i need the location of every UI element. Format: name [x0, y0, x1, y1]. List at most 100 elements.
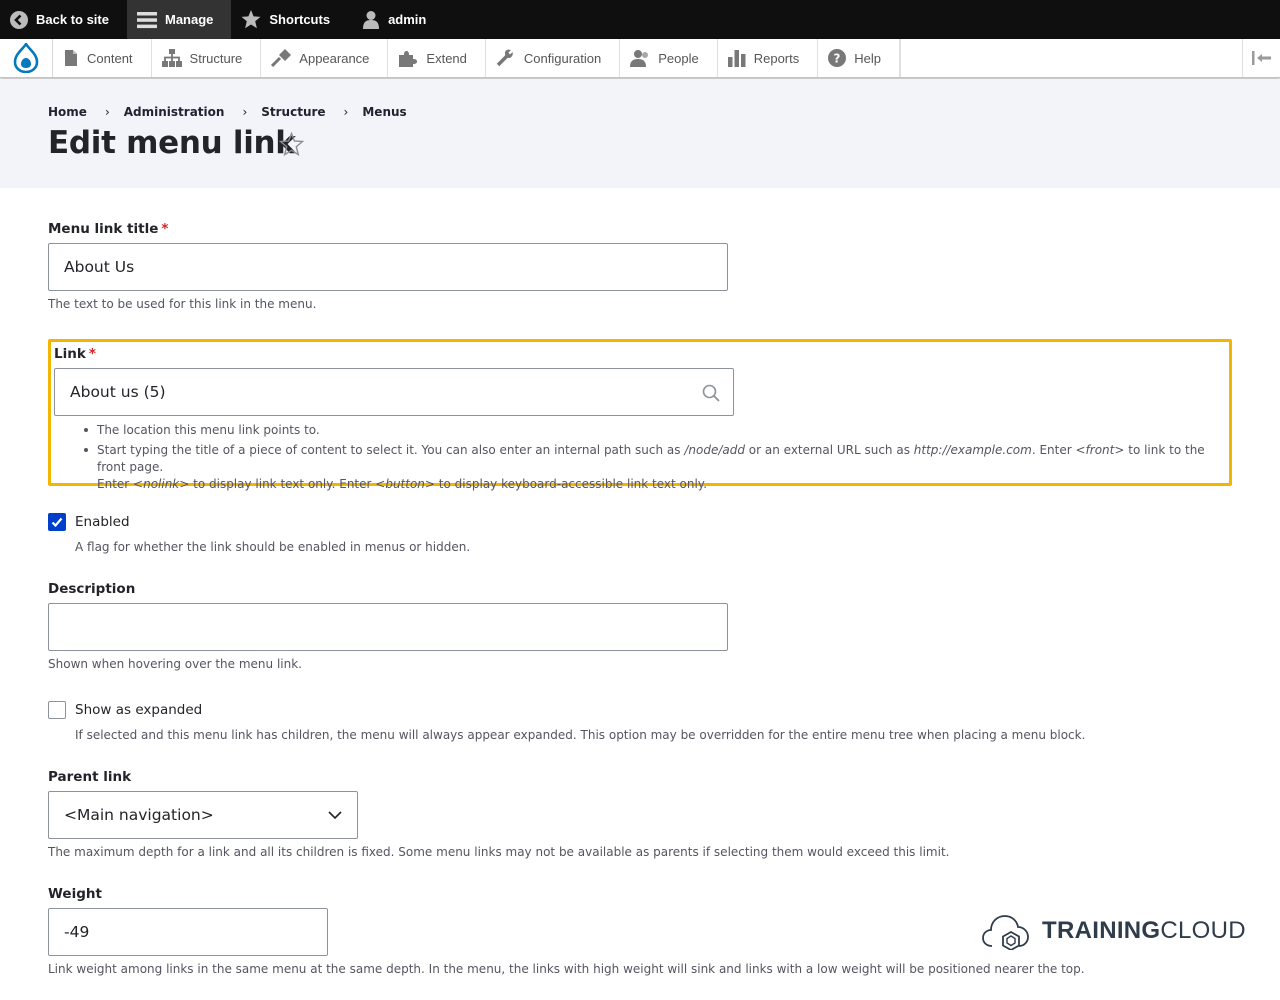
back-to-site-label: Back to site — [36, 12, 109, 27]
sitemap-icon — [161, 49, 182, 67]
tray-item-label: Help — [854, 50, 881, 66]
tray-item-help[interactable]: ? Help — [818, 39, 900, 77]
help-text: to display link text only. Enter — [189, 477, 376, 491]
tray-item-label: Configuration — [523, 50, 602, 66]
help-text: or an external URL such as — [744, 443, 914, 457]
drupal-logo[interactable] — [0, 39, 53, 77]
tray-item-appearance[interactable]: Appearance — [261, 39, 389, 77]
brand-bold: TRAINING — [1042, 917, 1161, 944]
tray-item-reports[interactable]: Reports — [718, 39, 819, 77]
shortcuts-tab[interactable]: Shortcuts — [231, 0, 348, 39]
star-icon — [241, 10, 261, 29]
input-value: About Us — [64, 258, 135, 276]
breadcrumb-administration[interactable]: Administration — [124, 105, 225, 119]
tray-spacer — [900, 39, 1242, 77]
weight-label: Weight — [48, 886, 102, 902]
description-label: Description — [48, 581, 136, 597]
svg-text:?: ? — [834, 52, 841, 66]
puzzle-icon — [399, 51, 418, 67]
weight-description: Link weight among links in the same menu… — [48, 962, 1085, 976]
admin-toolbar: Back to site Manage Shortcuts admin — [0, 0, 1280, 39]
cloud-icon — [982, 915, 1029, 950]
tray-item-people[interactable]: People — [620, 39, 718, 77]
label-text: Link — [54, 346, 86, 362]
chevron-down-icon — [328, 811, 342, 820]
enabled-checkbox[interactable] — [48, 513, 66, 531]
breadcrumb-separator: › — [242, 105, 248, 119]
help-code: <front> — [1075, 443, 1125, 457]
breadcrumb-separator: › — [104, 105, 110, 119]
brand-light: CLOUD — [1160, 917, 1246, 944]
admin-tray: Content Structure Appearance Extend Conf… — [0, 39, 1280, 78]
user-tab[interactable]: admin — [348, 0, 444, 39]
bullet-dot — [84, 448, 88, 452]
breadcrumb-menus[interactable]: Menus — [362, 105, 406, 119]
tray-orientation-toggle[interactable] — [1242, 39, 1280, 77]
tray-item-label: Structure — [189, 50, 243, 66]
drupal-drop-icon — [13, 43, 39, 73]
user-label: admin — [388, 12, 427, 27]
user-icon — [363, 11, 380, 29]
menu-link-title-label: Menu link title * — [48, 221, 168, 237]
description-input[interactable] — [48, 603, 728, 651]
weight-input[interactable]: -49 — [48, 908, 328, 956]
show-expanded-checkbox[interactable] — [48, 701, 66, 719]
page-header: Home › Administration › Structure › Menu… — [0, 79, 1280, 188]
collapse-left-icon — [1251, 51, 1271, 65]
breadcrumb-home[interactable]: Home — [48, 105, 87, 119]
help-text: . Enter — [1031, 443, 1076, 457]
help-code: /node/add — [684, 443, 745, 457]
help-code: http://example.com — [913, 443, 1032, 457]
people-icon — [630, 50, 649, 67]
parent-link-label: Parent link — [48, 769, 132, 785]
link-autocomplete-input[interactable]: About us (5) — [54, 368, 734, 416]
manage-tab[interactable]: Manage — [126, 0, 232, 39]
required-mark: * — [88, 346, 96, 362]
wrench-icon — [496, 49, 513, 67]
tray-item-configuration[interactable]: Configuration — [486, 39, 621, 77]
tray-item-label: Appearance — [299, 50, 370, 66]
help-text: Enter — [97, 477, 134, 491]
parent-link-select[interactable]: <Main navigation> — [48, 791, 358, 839]
label-text: Menu link title — [48, 221, 159, 237]
menu-link-title-input[interactable]: About Us — [48, 243, 728, 291]
tray-item-extend[interactable]: Extend — [388, 39, 486, 77]
enabled-label[interactable]: Enabled — [75, 514, 130, 530]
parent-link-description: The maximum depth for a link and all its… — [48, 845, 950, 859]
select-value: <Main navigation> — [64, 806, 214, 824]
back-to-site-link[interactable]: Back to site — [0, 0, 127, 39]
breadcrumb-structure[interactable]: Structure — [261, 105, 325, 119]
input-value: -49 — [64, 923, 90, 941]
back-arrow-icon — [10, 10, 28, 29]
help-code: <nolink> — [133, 477, 190, 491]
breadcrumb: Home › Administration › Structure › Menu… — [48, 105, 407, 119]
help-text: to display keyboard-accessible link text… — [434, 477, 708, 491]
link-help-bullet-1: The location this menu link points to. — [97, 423, 320, 437]
tray-item-label: People — [658, 50, 699, 66]
trainingcloud-logo: TRAININGCLOUD — [982, 912, 1246, 950]
shortcuts-label: Shortcuts — [269, 12, 331, 27]
description-help: Shown when hovering over the menu link. — [48, 657, 302, 671]
bullet-dot — [84, 428, 88, 432]
paintbrush-icon — [271, 49, 292, 67]
required-mark: * — [161, 221, 169, 237]
enabled-description: A flag for whether the link should be en… — [75, 540, 471, 554]
breadcrumb-separator: › — [343, 105, 349, 119]
shortcut-star-icon[interactable] — [279, 132, 304, 156]
bar-chart-icon — [727, 50, 746, 67]
link-label: Link * — [54, 346, 96, 362]
hamburger-icon — [136, 11, 157, 28]
show-expanded-label[interactable]: Show as expanded — [75, 702, 202, 718]
tray-item-structure[interactable]: Structure — [152, 39, 262, 77]
link-help-bullet-2: Start typing the title of a piece of con… — [97, 442, 1217, 493]
document-icon — [65, 50, 77, 66]
search-icon — [702, 384, 720, 402]
help-text: Start typing the title of a piece of con… — [97, 443, 685, 457]
show-expanded-description: If selected and this menu link has child… — [75, 728, 1086, 742]
tray-item-label: Extend — [426, 50, 467, 66]
tray-item-content[interactable]: Content — [53, 39, 152, 77]
checkmark-icon — [51, 517, 63, 528]
help-code: <button> — [375, 477, 435, 491]
tray-item-label: Content — [87, 50, 133, 66]
menu-link-title-description: The text to be used for this link in the… — [48, 297, 317, 311]
